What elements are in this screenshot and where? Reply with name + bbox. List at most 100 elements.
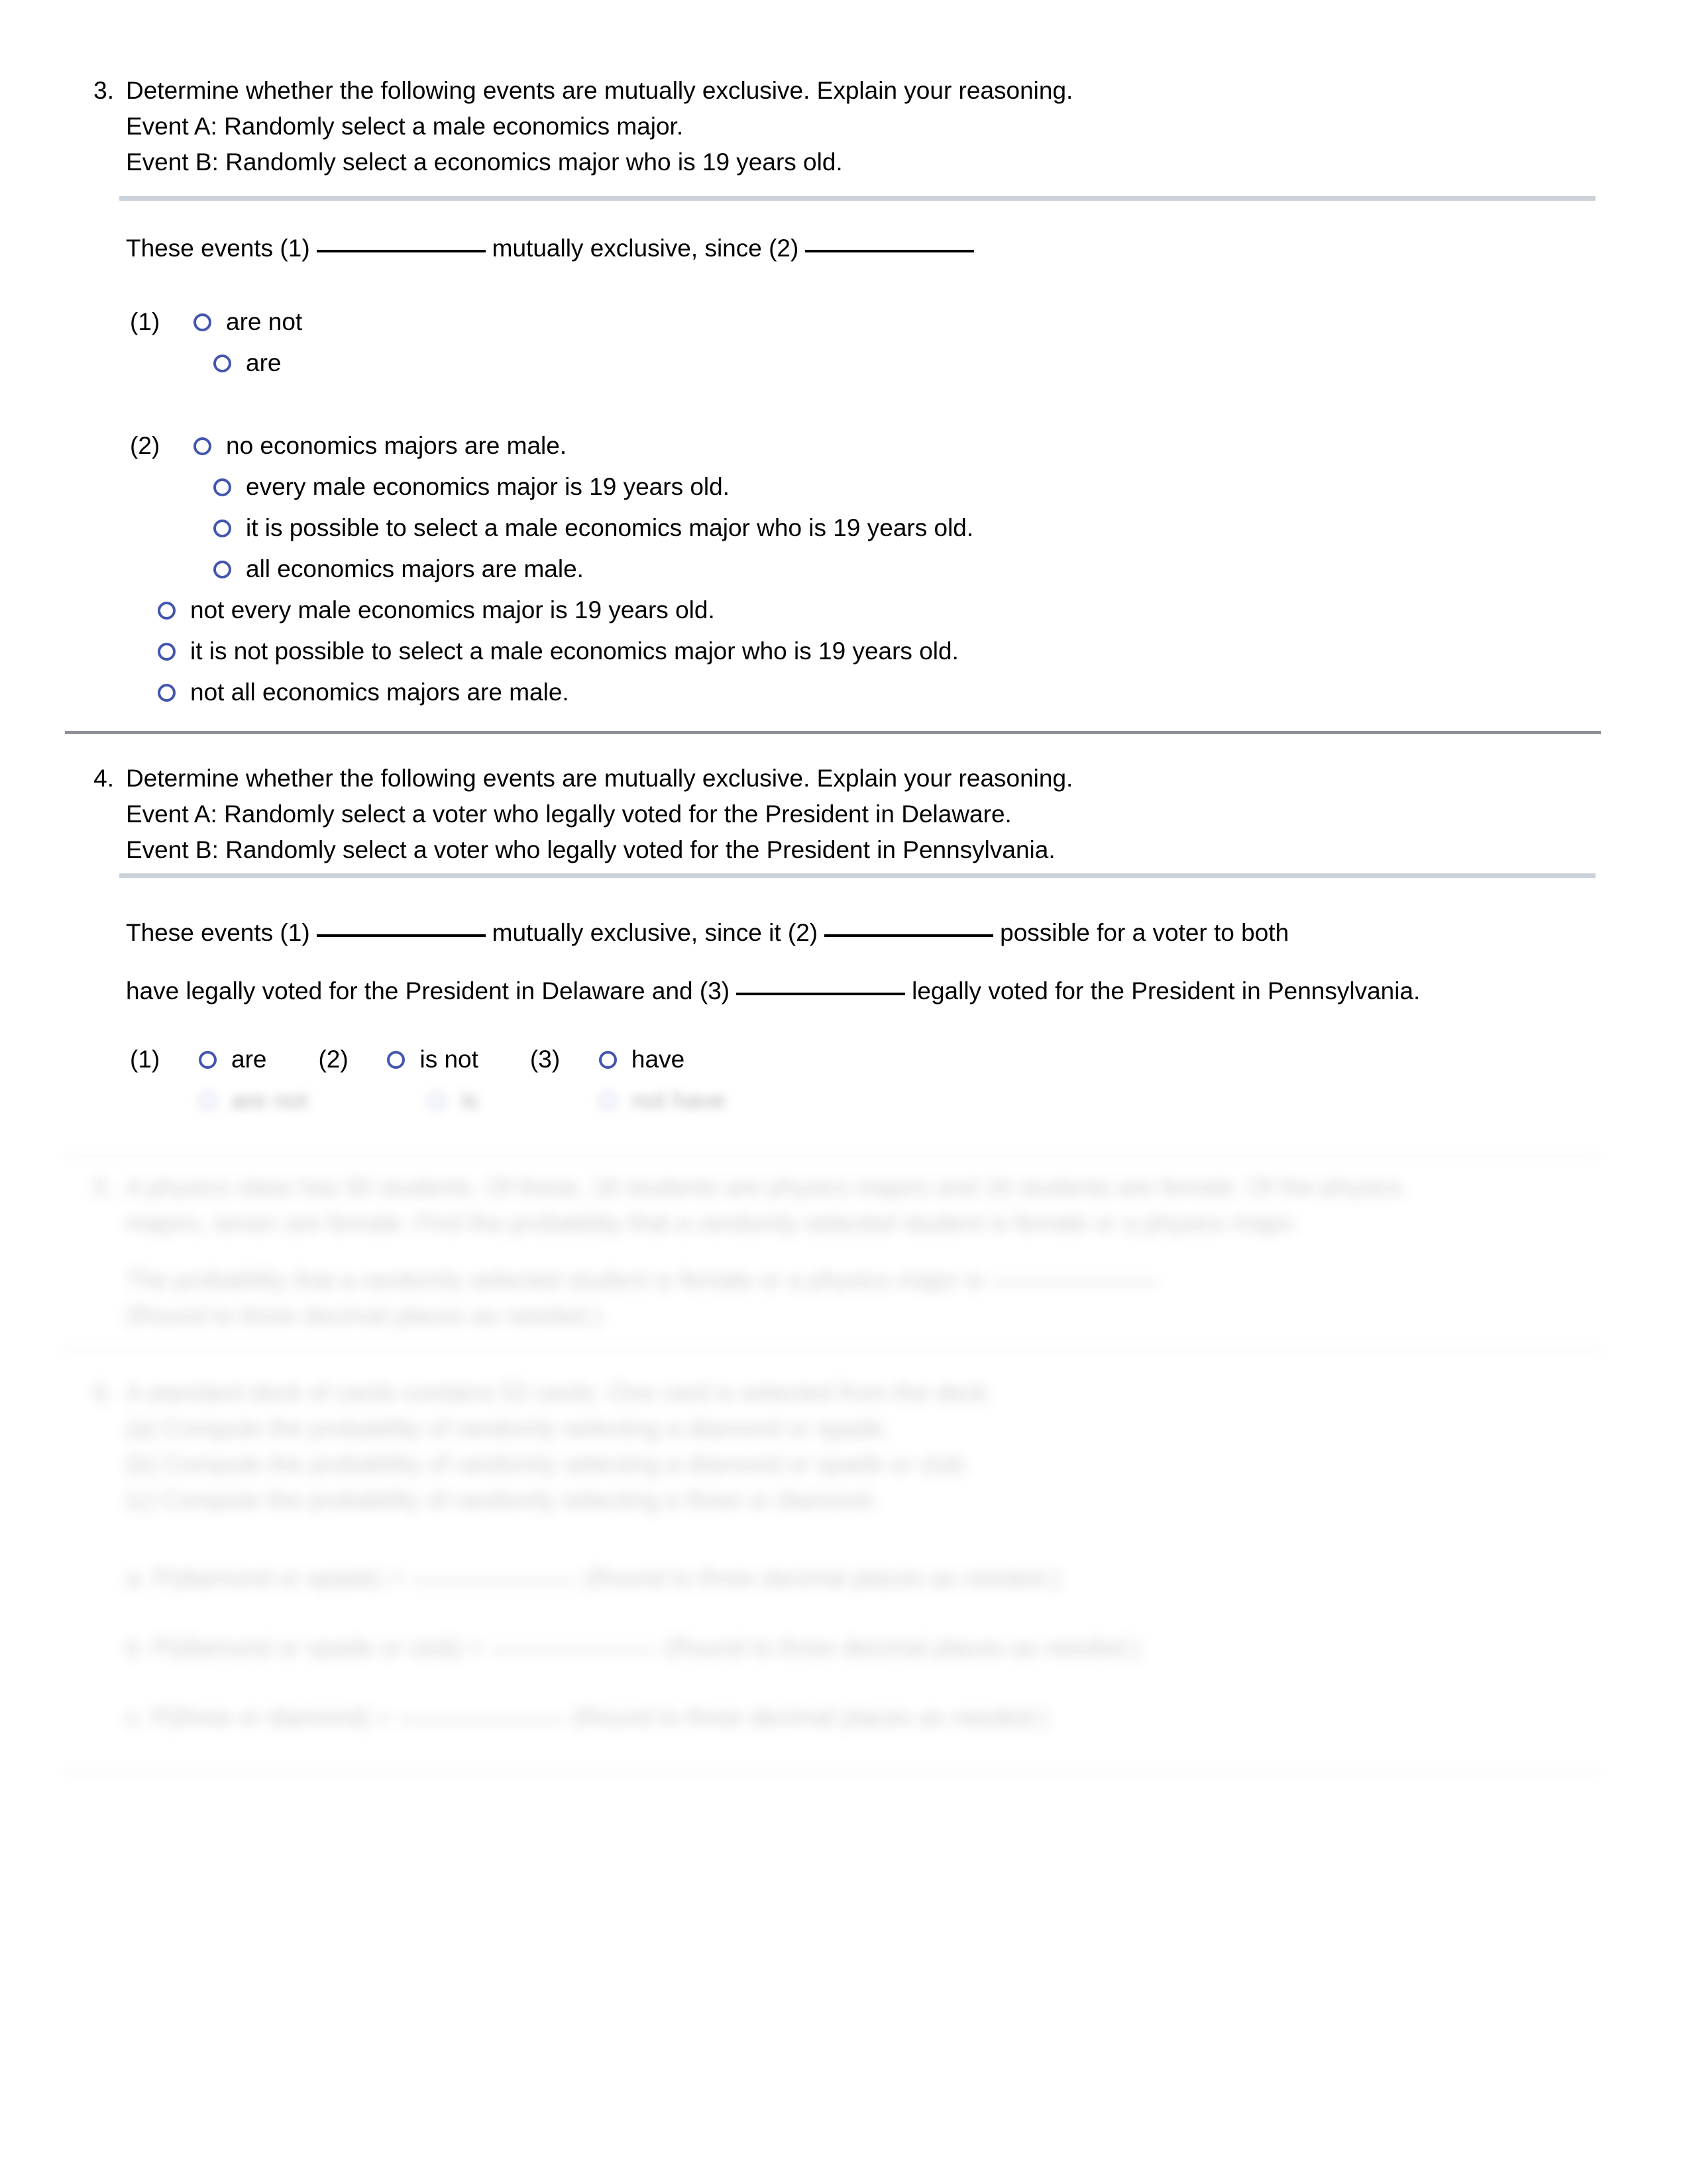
statement-part-1: These events xyxy=(126,919,274,946)
question-4-event-a: Event A: Randomly select a voter who leg… xyxy=(126,800,1012,828)
radio-button-icon[interactable] xyxy=(158,642,176,661)
choice-group-1[interactable]: (1) are xyxy=(130,1046,266,1073)
radio-button-icon[interactable] xyxy=(213,478,231,496)
choice-2-label: is not xyxy=(419,1046,478,1073)
question-3-prompt: Determine whether the following events a… xyxy=(126,77,1073,104)
radio-button-icon[interactable] xyxy=(428,1091,447,1110)
radio-button-icon[interactable] xyxy=(158,601,176,620)
question-5-answer-label: The probability that a randomly selected… xyxy=(126,1266,983,1293)
question-4-choices-row: (1) are (2) is not (3) have xyxy=(130,1046,684,1073)
answer-blank-6a[interactable] xyxy=(411,1580,577,1582)
question-5-line-2: majors, seven are female. Find the proba… xyxy=(126,1209,1299,1236)
choice-1-label: are xyxy=(231,1046,267,1073)
radio-option-label: not all economics majors are male. xyxy=(190,679,569,706)
question-6-answer-a: a. P(diamond or spade) = (Round to three … xyxy=(126,1560,1060,1596)
statement-tag-2: (2) xyxy=(787,919,818,946)
answer-blank-6b[interactable] xyxy=(491,1649,657,1652)
question-6-answer-b-note: (Round to three decimal places as needed… xyxy=(665,1634,1141,1661)
radio-option-label: are xyxy=(246,349,282,376)
answer-blank-3[interactable] xyxy=(736,993,906,995)
choice-group-2-alt[interactable]: is xyxy=(359,1087,478,1115)
radio-option-label: all economics majors are male. xyxy=(246,555,584,582)
question-6-answer-a-label: a. P(diamond or spade) = xyxy=(126,1564,404,1592)
answer-blank-5[interactable] xyxy=(991,1282,1157,1284)
question-6-line-1: A standard deck of cards contains 52 car… xyxy=(126,1379,995,1406)
question-5-rounding-note: (Round to three decimal places as needed… xyxy=(126,1302,602,1329)
question-4-choices-row-2: are not is not have xyxy=(130,1087,726,1115)
radio-option-row[interactable]: every male economics major is 19 years o… xyxy=(130,466,973,508)
question-5-number: 5. xyxy=(93,1174,114,1201)
answer-blank-2[interactable] xyxy=(805,250,975,252)
answer-blank-1[interactable] xyxy=(316,250,486,252)
answer-blank-6c[interactable] xyxy=(399,1719,565,1721)
question-4-text: Determine whether the following events a… xyxy=(126,761,1622,868)
question-6-answer-b: b. P(diamond or spade or club) = (Round t… xyxy=(126,1630,1141,1666)
section-divider-bottom xyxy=(65,1771,1601,1774)
radio-button-icon[interactable] xyxy=(193,437,211,455)
radio-button-icon[interactable] xyxy=(213,354,231,372)
section-divider-4-5 xyxy=(65,1154,1601,1158)
question-3-divider xyxy=(119,196,1596,201)
statement-part-3: possible for a voter to both xyxy=(1000,919,1289,946)
question-5-answer-area: The probability that a randomly selected… xyxy=(126,1262,1165,1334)
statement-line2-part-2: legally voted for the President in Penns… xyxy=(912,977,1421,1005)
choice-1-alt-label: are not xyxy=(231,1087,308,1114)
radio-option-row[interactable]: it is not possible to select a male econ… xyxy=(130,631,973,672)
question-6-text: A standard deck of cards contains 52 car… xyxy=(126,1375,1622,1518)
section-divider-5-6 xyxy=(65,1348,1601,1352)
question-4-statement-line-2: have legally voted for the President in … xyxy=(126,971,1420,1011)
statement-line2-part-1: have legally voted for the President in … xyxy=(126,977,693,1005)
radio-button-icon[interactable] xyxy=(158,683,176,702)
radio-button-icon[interactable] xyxy=(387,1050,406,1069)
question-6-line-3: (b) Compute the probability of randomly … xyxy=(126,1450,971,1478)
statement-part-1: These events xyxy=(126,235,274,262)
worksheet-page: 3. Determine whether the following event… xyxy=(0,0,1687,2184)
statement-tag-1: (1) xyxy=(280,235,310,262)
question-4-header: 4. Determine whether the following event… xyxy=(78,761,1622,868)
question-4-statement-line-1: These events (1) mutually exclusive, sinc… xyxy=(126,913,1289,953)
radio-option-label: are not xyxy=(226,308,303,335)
radio-option-row[interactable]: (2) no economics majors are male. xyxy=(130,425,973,466)
statement-tag-3: (3) xyxy=(699,977,730,1005)
radio-option-label: every male economics major is 19 years o… xyxy=(246,473,730,500)
question-4-divider xyxy=(119,873,1596,878)
choice-group-2[interactable]: (2) is not xyxy=(318,1046,478,1073)
radio-option-label: it is not possible to select a male econ… xyxy=(190,637,959,665)
question-3-text: Determine whether the following events a… xyxy=(126,73,1602,180)
question-3-group-2: (2) no economics majors are male. every … xyxy=(130,425,973,713)
question-6-line-4: (c) Compute the probability of randomly … xyxy=(126,1486,879,1513)
statement-tag-1: (1) xyxy=(280,919,310,946)
radio-option-row[interactable]: not every male economics major is 19 yea… xyxy=(130,590,973,631)
question-6-line-2: (a) Compute the probability of randomly … xyxy=(126,1415,891,1442)
radio-option-row[interactable]: all economics majors are male. xyxy=(130,549,973,590)
radio-option-row[interactable]: (1) are not xyxy=(130,301,302,343)
answer-blank-2[interactable] xyxy=(824,934,994,937)
choice-group-3[interactable]: (3) have xyxy=(530,1046,684,1073)
choice-3-alt-label: not have xyxy=(631,1087,726,1114)
answer-blank-1[interactable] xyxy=(316,934,486,937)
radio-button-icon[interactable] xyxy=(193,313,211,331)
radio-option-row[interactable]: are xyxy=(130,343,302,384)
radio-option-row[interactable]: it is possible to select a male economic… xyxy=(130,508,973,549)
choice-group-3-alt[interactable]: not have xyxy=(530,1087,726,1115)
radio-button-icon[interactable] xyxy=(213,560,231,578)
question-4-prompt: Determine whether the following events a… xyxy=(126,765,1073,792)
choice-1-tag: (1) xyxy=(130,1046,160,1073)
question-6-answer-c-label: c. P(three or diamond) = xyxy=(126,1704,391,1731)
radio-button-icon[interactable] xyxy=(213,519,231,537)
statement-part-2: mutually exclusive, since it xyxy=(492,919,781,946)
question-6-number: 6. xyxy=(93,1379,114,1406)
radio-button-icon[interactable] xyxy=(199,1091,217,1110)
radio-button-icon[interactable] xyxy=(199,1050,217,1069)
question-4-number: 4. xyxy=(93,765,114,792)
question-3-event-a: Event A: Randomly select a male economic… xyxy=(126,113,684,140)
radio-button-icon[interactable] xyxy=(598,1091,617,1110)
question-4-event-b: Event B: Randomly select a voter who leg… xyxy=(126,836,1056,863)
statement-part-2: mutually exclusive, since xyxy=(492,235,762,262)
radio-button-icon[interactable] xyxy=(598,1050,617,1069)
radio-option-row[interactable]: not all economics majors are male. xyxy=(130,672,973,713)
choice-3-tag: (3) xyxy=(529,1046,561,1073)
question-5-header: 5. A physics class has 50 students. Of t… xyxy=(78,1170,1622,1241)
group-1-tag: (1) xyxy=(130,308,160,335)
choice-group-1-alt[interactable]: are not xyxy=(130,1087,307,1115)
